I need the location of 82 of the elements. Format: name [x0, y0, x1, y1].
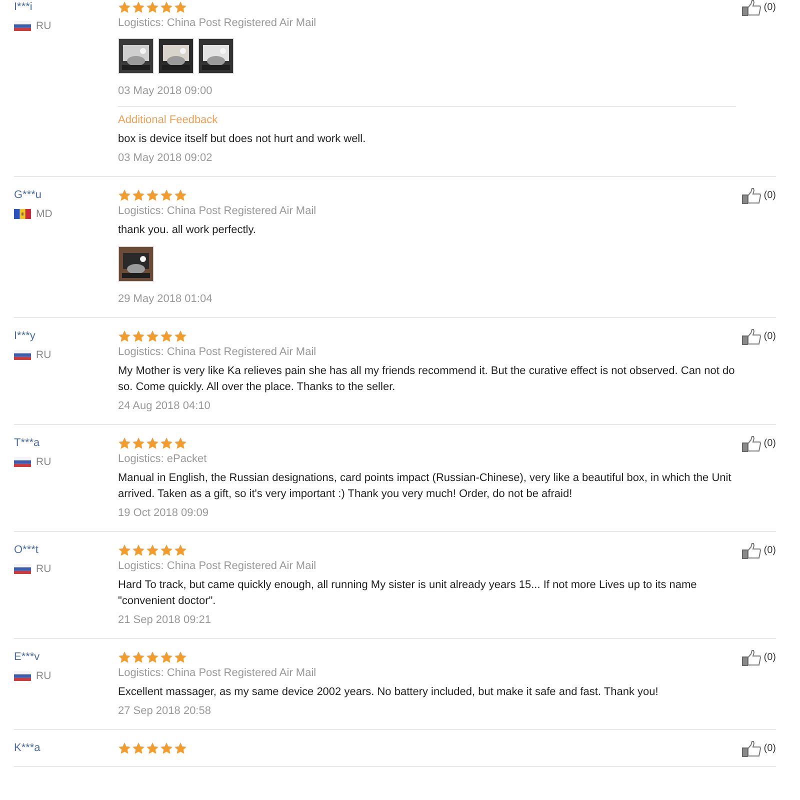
thumbs-up-icon[interactable] — [742, 329, 762, 345]
star-icon — [174, 436, 187, 450]
like-count: (0) — [764, 437, 776, 451]
logistics-label: Logistics: China Post Registered Air Mail — [118, 559, 318, 574]
reviewer-name: G***u — [14, 188, 43, 202]
star-icon — [132, 330, 145, 342]
like-count: (0) — [764, 742, 776, 756]
reviewer-name: I***i — [14, 0, 34, 14]
star-icon — [146, 330, 159, 342]
logistics-label: Logistics: China Post Registered Air Mail — [118, 204, 318, 219]
star-icon — [146, 188, 159, 202]
reviewer-name: O***t — [14, 543, 40, 557]
country-code: MD — [36, 208, 52, 220]
review-text: My Mother is very like Ka relieves pain she has all my friends recommend it. But the curative effect is not observed. Can not do so. Come quickly. All over the place. Thanks to the seller. — [118, 364, 736, 395]
logistics-label: Logistics: China Post Registered Air Mail — [118, 16, 318, 31]
review-date: 03 May 2018 09:00 — [118, 84, 214, 99]
reviewer-name: K***a — [14, 741, 42, 755]
star-icon — [132, 188, 145, 202]
star-icon — [132, 650, 145, 664]
star-icon — [146, 742, 159, 754]
star-icon — [174, 742, 187, 754]
star-icon — [118, 650, 131, 664]
star-icon — [160, 436, 173, 450]
review-text: Hard To track, but came quickly enough, all running My sister is unit already years 15... If not more Lives up to its name "convenient doctor". — [118, 578, 698, 609]
review-text: Excellent massager, as my same device 2002 years. No battery included, but make it safe and fast. Thank you! — [118, 685, 660, 700]
star-icon — [118, 0, 131, 14]
review-date: 29 May 2018 01:04 — [118, 292, 214, 307]
logistics-label: Logistics: China Post Registered Air Mail — [118, 345, 318, 360]
thumbs-up-icon[interactable] — [742, 543, 762, 559]
review-date: 27 Sep 2018 20:58 — [118, 704, 212, 719]
star-icon — [118, 188, 131, 202]
star-icon — [146, 0, 159, 14]
reviewer-name: T***a — [14, 436, 41, 450]
thumbs-up-icon[interactable] — [742, 436, 762, 452]
like-count: (0) — [764, 1, 776, 15]
star-icon — [174, 188, 187, 202]
review-date: 03 May 2018 09:02 — [118, 151, 214, 166]
review-date: 24 Aug 2018 04:10 — [118, 399, 212, 414]
review-text: box is device itself but does not hurt and work well. — [118, 132, 367, 147]
review-text: thank you. all work perfectly. — [118, 223, 257, 238]
star-icon — [146, 544, 159, 556]
additional-feedback-label: Additional Feedback — [118, 113, 219, 128]
country-code: RU — [36, 563, 52, 575]
star-icon — [146, 650, 159, 664]
star-icon — [118, 330, 131, 342]
logistics-label: Logistics: ePacket — [118, 452, 208, 467]
star-icon — [160, 544, 173, 556]
logistics-label: Logistics: China Post Registered Air Mail — [118, 666, 318, 681]
star-icon — [132, 544, 145, 556]
like-count: (0) — [764, 651, 776, 665]
review-date: 21 Sep 2018 09:21 — [118, 613, 212, 628]
like-count: (0) — [764, 544, 776, 558]
reviewer-name: E***v — [14, 650, 41, 664]
country-code: RU — [36, 20, 52, 32]
star-icon — [160, 650, 173, 664]
review-text: Manual in English, the Russian designations, card points impact (Russian-Chinese), very like a beautiful box, in which the Unit arrived. Taken as a gift, so it's very important :) Thank you very much! Order, do not be afraid! — [118, 471, 732, 502]
star-icon — [132, 0, 145, 14]
star-icon — [160, 330, 173, 342]
star-icon — [132, 436, 145, 450]
star-icon — [160, 742, 173, 754]
star-icon — [174, 330, 187, 342]
country-code: RU — [36, 670, 52, 682]
star-icon — [160, 0, 173, 14]
star-icon — [118, 544, 131, 556]
review-date: 19 Oct 2018 09:09 — [118, 506, 210, 521]
star-icon — [118, 742, 131, 754]
star-icon — [160, 188, 173, 202]
thumbs-up-icon[interactable] — [742, 741, 762, 757]
country-code: RU — [36, 349, 52, 361]
star-icon — [118, 436, 131, 450]
star-icon — [174, 650, 187, 664]
star-icon — [174, 0, 187, 14]
star-icon — [174, 544, 187, 556]
thumbs-up-icon[interactable] — [742, 188, 762, 204]
country-code: RU — [36, 456, 52, 468]
thumbs-up-icon[interactable] — [742, 0, 762, 16]
reviewer-name: I***y — [14, 329, 36, 343]
thumbs-up-icon[interactable] — [742, 650, 762, 666]
like-count: (0) — [764, 330, 776, 344]
star-icon — [132, 742, 145, 754]
star-icon — [146, 436, 159, 450]
like-count: (0) — [764, 189, 776, 203]
